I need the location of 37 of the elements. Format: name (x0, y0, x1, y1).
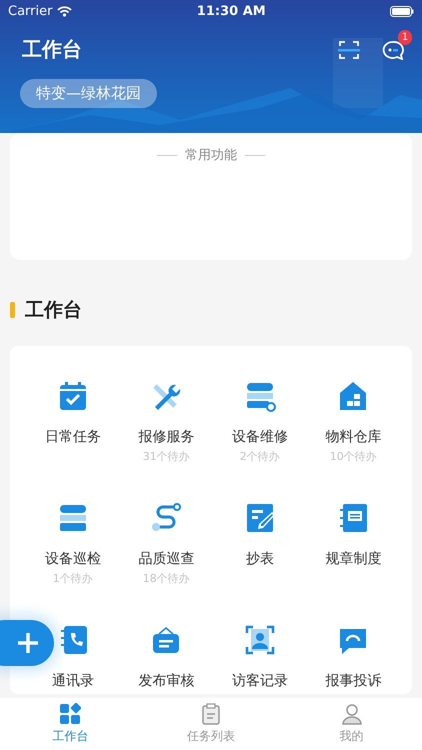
battery-icon (390, 6, 414, 16)
app-label: 设备巡检 (44, 550, 101, 568)
pending-count: 18个待办 (142, 571, 190, 586)
app-label: 发布审核 (138, 672, 194, 690)
wifi-icon (57, 6, 72, 16)
app-label: 日常任务 (44, 428, 101, 446)
app-label: 通讯录 (52, 672, 94, 690)
pending-count: 10个待办 (330, 449, 377, 464)
app-label: 设备维修 (232, 428, 288, 446)
person-icon (340, 703, 363, 725)
tab[interactable]: 我的 (281, 698, 422, 750)
tab[interactable]: 任务列表 (140, 698, 282, 750)
app-label: 访客记录 (232, 672, 288, 690)
app-label: 物料仓库 (325, 428, 382, 446)
app-label: 品质巡查 (138, 550, 194, 568)
chat-icon[interactable] (382, 40, 404, 60)
accent-bar (10, 302, 15, 318)
notification-badge: 1 (398, 30, 412, 44)
carrier-label: Carrier (8, 4, 52, 18)
app-label: 报修服务 (138, 428, 194, 446)
clock-time: 11:30 AM (196, 4, 266, 18)
page-title: 工作台 (22, 36, 82, 63)
app-label: 规章制度 (325, 550, 382, 568)
pending-count: 2个待办 (240, 449, 280, 464)
grid-icon (59, 703, 82, 725)
plus-icon (16, 631, 40, 655)
app-label: 抄表 (246, 550, 274, 568)
add-button[interactable] (0, 620, 54, 666)
section-title: 工作台 (25, 298, 82, 323)
clipboard-icon (200, 703, 222, 725)
scan-icon[interactable] (338, 40, 360, 60)
pending-count: 1个待办 (52, 571, 93, 586)
card-title: 常用功能 (185, 147, 237, 164)
app-label: 报事投诉 (325, 672, 382, 690)
pending-count: 31个待办 (142, 449, 190, 464)
project-selector[interactable]: 特变—绿林花园 (20, 79, 157, 108)
tab[interactable]: 工作台 (0, 698, 141, 750)
